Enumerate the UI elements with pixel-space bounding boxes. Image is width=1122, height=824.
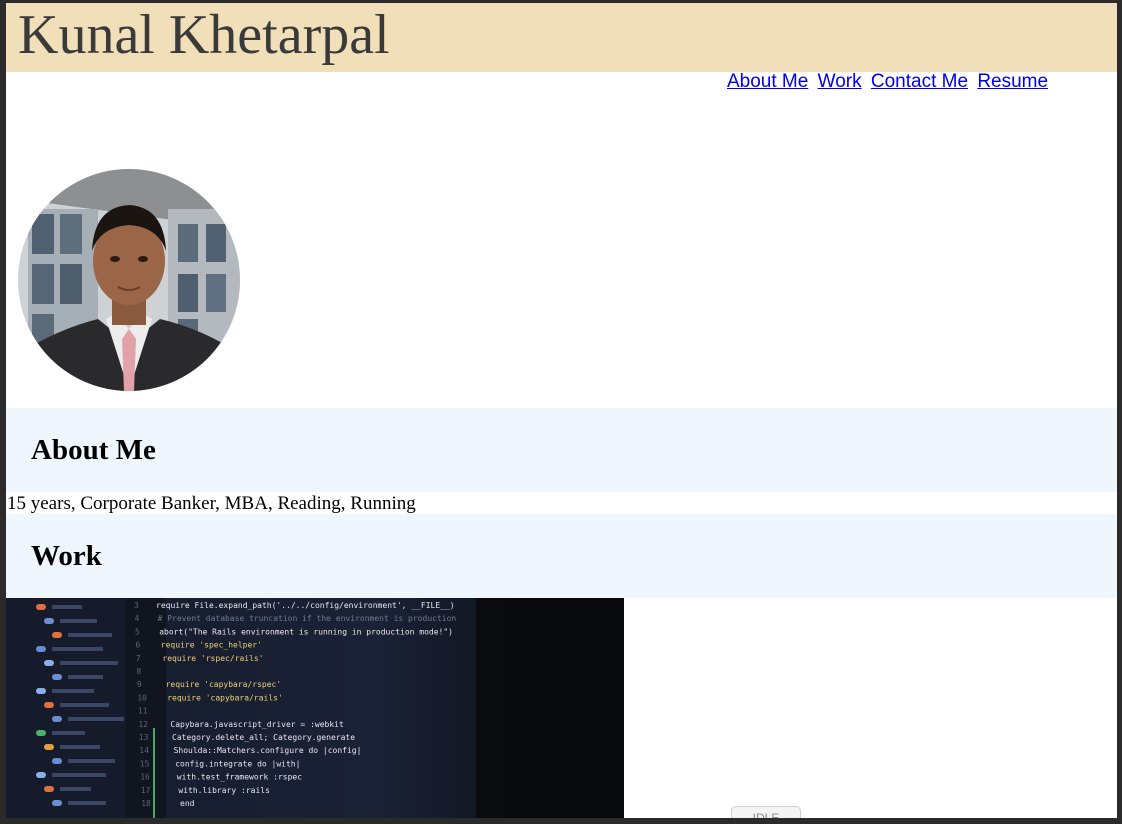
status-badge: IDLE bbox=[731, 806, 801, 818]
code-line-text: Capybara.javascript_driver = :webkit bbox=[170, 720, 344, 729]
code-line-number: 6 bbox=[135, 641, 140, 650]
sidebar-file-icon bbox=[52, 758, 62, 764]
about-text: 15 years, Corporate Banker, MBA, Reading… bbox=[7, 493, 416, 514]
code-line-text: with.library :rails bbox=[178, 786, 270, 795]
sidebar-file-name bbox=[68, 633, 112, 637]
sidebar-file-name bbox=[68, 759, 115, 763]
site-header: Kunal Khetarpal bbox=[6, 3, 1117, 72]
sidebar-file-name bbox=[52, 647, 103, 651]
nav-link-contact-me[interactable]: Contact Me bbox=[871, 71, 968, 92]
code-line-number: 15 bbox=[140, 759, 150, 768]
code-line-number: 8 bbox=[136, 667, 141, 676]
sidebar-file-name bbox=[60, 619, 97, 623]
sidebar-file-name bbox=[52, 773, 106, 777]
sidebar-file-name bbox=[68, 675, 103, 679]
page-viewport: Kunal Khetarpal About Me Work Contact Me… bbox=[6, 3, 1117, 818]
sidebar-file-icon bbox=[36, 730, 46, 736]
code-line-text: end bbox=[180, 799, 195, 808]
nav-link-resume[interactable]: Resume bbox=[977, 71, 1048, 92]
sidebar-file-icon bbox=[44, 786, 54, 792]
sidebar-file-icon bbox=[44, 660, 54, 666]
code-line-number: 14 bbox=[139, 746, 149, 755]
code-line-number: 12 bbox=[138, 720, 148, 729]
code-line-text: config.integrate do |with| bbox=[175, 759, 300, 768]
code-line-number: 13 bbox=[139, 733, 149, 742]
sidebar-file-name bbox=[60, 787, 91, 791]
about-heading: About Me bbox=[31, 434, 156, 466]
sidebar-file-icon bbox=[52, 632, 62, 638]
main-nav: About Me Work Contact Me Resume bbox=[727, 69, 1052, 95]
site-title: Kunal Khetarpal bbox=[18, 4, 390, 66]
profile-photo bbox=[18, 169, 240, 391]
code-line-number: 7 bbox=[136, 654, 141, 663]
code-line-text: # Prevent database truncation if the env… bbox=[158, 614, 457, 623]
code-line-text: require File.expand_path('../../config/e… bbox=[156, 601, 455, 610]
nav-link-about-me[interactable]: About Me bbox=[727, 71, 808, 92]
code-editor-image: 3 require File.expand_path('../../config/… bbox=[6, 598, 624, 818]
about-section-header: About Me bbox=[6, 408, 1117, 492]
sidebar-file-name bbox=[68, 717, 124, 721]
sidebar-file-icon bbox=[36, 646, 46, 652]
code-line-number: 11 bbox=[138, 707, 148, 716]
code-line-text: Shoulda::Matchers.configure do |config| bbox=[174, 746, 362, 755]
code-line-number: 3 bbox=[134, 601, 139, 610]
profile-photo-image bbox=[18, 169, 240, 391]
code-line-number: 17 bbox=[141, 786, 151, 795]
sidebar-file-name bbox=[52, 731, 85, 735]
sidebar-file-name bbox=[52, 605, 82, 609]
sidebar-file-icon bbox=[44, 618, 54, 624]
code-line-text: require 'capybara/rspec' bbox=[166, 680, 282, 689]
sidebar-file-name bbox=[60, 703, 109, 707]
sidebar-file-icon bbox=[52, 674, 62, 680]
work-section-header: Work bbox=[6, 514, 1117, 598]
code-line-number: 18 bbox=[141, 799, 151, 808]
sidebar-file-icon bbox=[36, 772, 46, 778]
sidebar-file-name bbox=[60, 661, 118, 665]
sidebar-file-icon bbox=[36, 604, 46, 610]
sidebar-file-icon bbox=[36, 688, 46, 694]
code-line-text: abort("The Rails environment is running … bbox=[159, 627, 453, 636]
work-heading: Work bbox=[31, 540, 102, 572]
code-line-text: require 'capybara/rails' bbox=[167, 693, 283, 702]
code-line-number: 5 bbox=[135, 627, 140, 636]
code-line-text: Category.delete_all; Category.generate bbox=[172, 733, 355, 742]
sidebar-file-icon bbox=[44, 702, 54, 708]
code-line-number: 16 bbox=[140, 773, 150, 782]
code-line-number: 10 bbox=[137, 693, 147, 702]
code-line-text: with.test_framework :rspec bbox=[177, 773, 302, 782]
code-editor-photo: 3 require File.expand_path('../../config/… bbox=[6, 598, 624, 818]
sidebar-file-icon bbox=[52, 800, 62, 806]
sidebar-file-name bbox=[60, 745, 100, 749]
code-line-number: 4 bbox=[134, 614, 139, 623]
code-line-number: 9 bbox=[137, 680, 142, 689]
sidebar-file-name bbox=[52, 689, 94, 693]
sidebar-file-icon bbox=[52, 716, 62, 722]
sidebar-file-name bbox=[68, 801, 106, 805]
code-line-text: require 'rspec/rails' bbox=[162, 654, 263, 663]
nav-link-work[interactable]: Work bbox=[818, 71, 862, 92]
sidebar-file-icon bbox=[44, 744, 54, 750]
code-line-text: require 'spec_helper' bbox=[161, 641, 262, 650]
